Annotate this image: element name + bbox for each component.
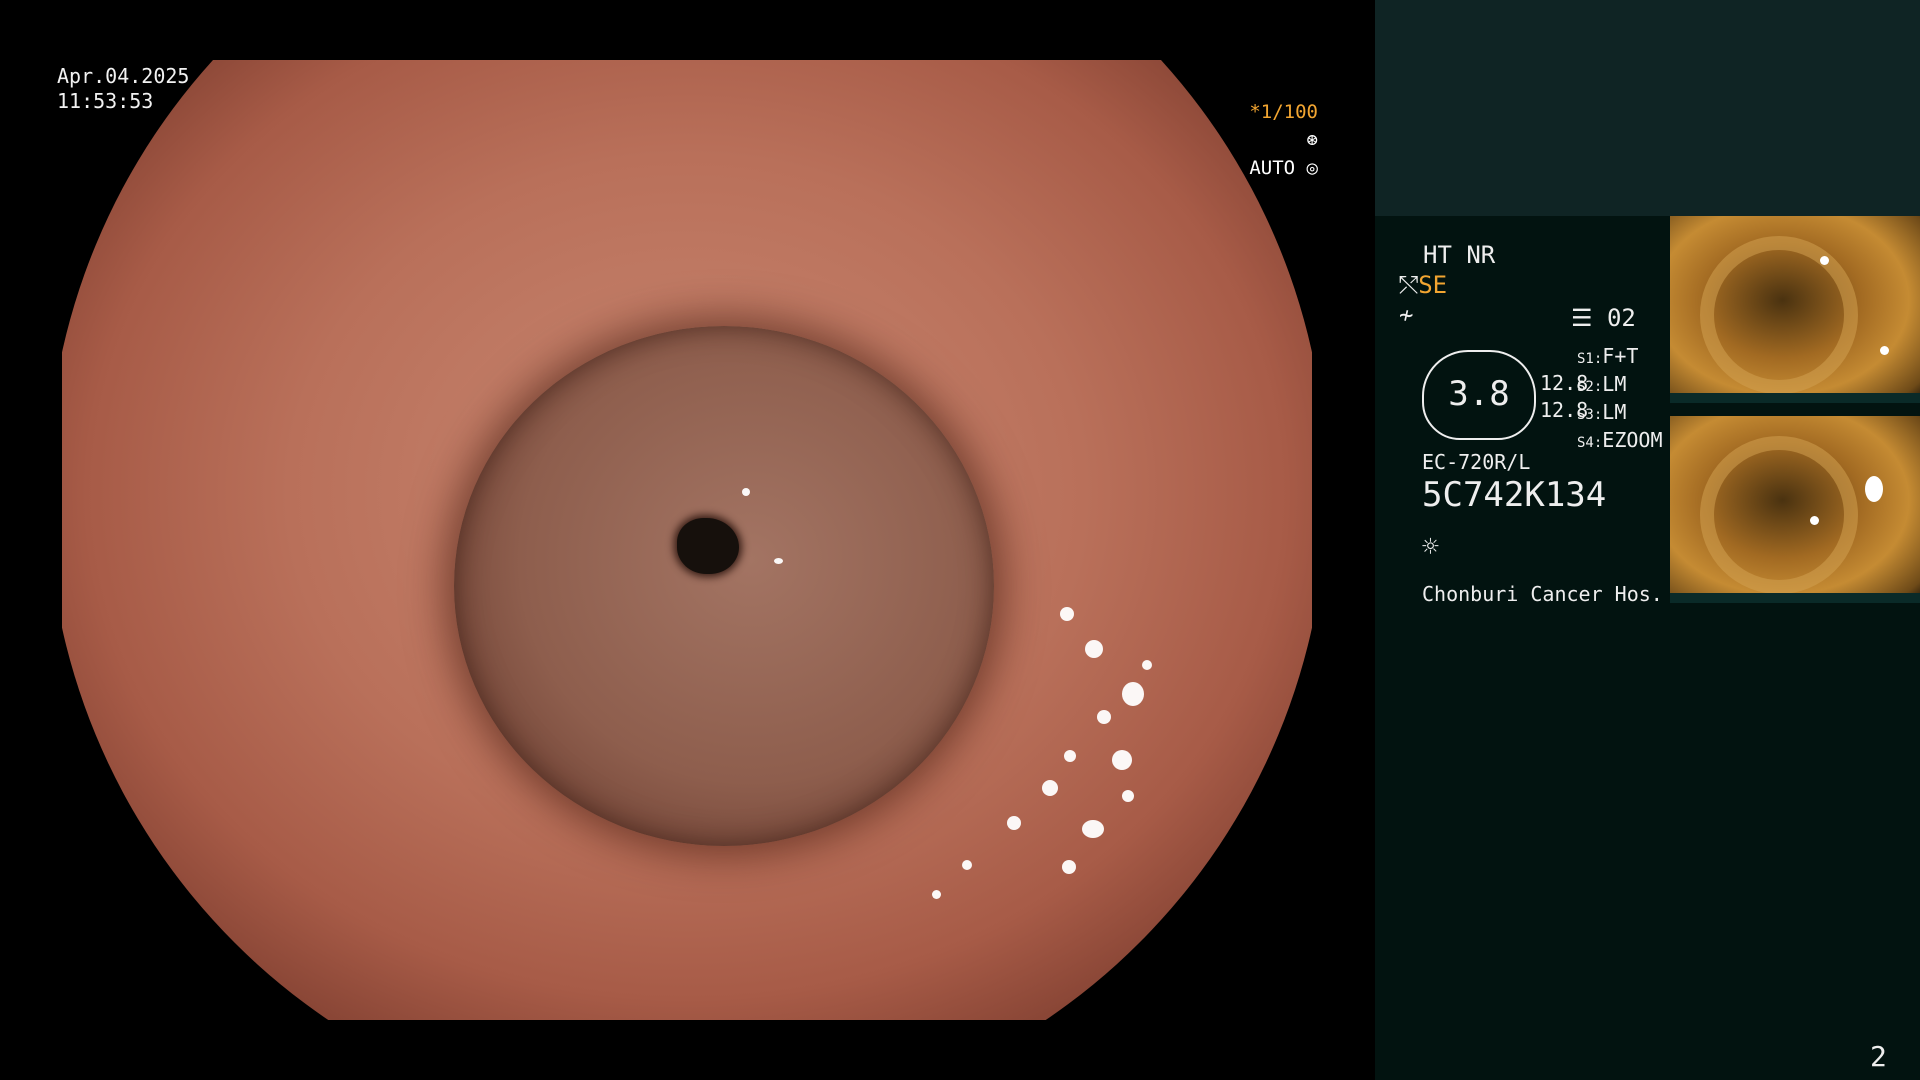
shutter-speed: *1/100 [1249,101,1318,123]
thumbnail-highlight [1880,346,1889,355]
aperture-icon: ⊛ [1306,129,1318,151]
memory-card-icon: ☰ [1571,304,1593,332]
dial-value: 3.8 [1448,374,1510,414]
specular-highlight [1042,780,1058,796]
thumbnail-lumen [1700,236,1858,394]
sun-icon: ☼ [1422,530,1439,563]
specular-highlight [1060,607,1074,621]
specular-highlight [1122,790,1134,802]
thumbnail-bar [1670,393,1920,403]
lumen-opening [677,518,739,574]
thumbnail-highlight [1865,476,1883,502]
scope-info: HT NR ⤲SE ≁ ☰ 02 3.8 12.8 12.8 S1:F+T S2… [1399,240,1669,606]
thumbnail-highlight [1820,256,1829,265]
thumbnail-bar [1670,593,1920,603]
enhance-row: ⤲SE [1399,270,1669,300]
iris-icon: ◎ [1306,157,1318,179]
specular-highlight [1112,750,1132,770]
preset-item: S1:F+T [1577,344,1639,368]
scope-serial: 5C742K134 [1422,475,1607,515]
time-text: 11:53:53 [57,89,154,113]
memory-code-value: 02 [1606,304,1636,332]
preset-list: S1:F+T S2:LM S3:LM S4:EZOOM [1577,344,1663,456]
specular-highlight [1122,682,1144,706]
specular-highlight [742,488,750,496]
enhance-icon: ⤲ [1399,271,1419,299]
endoscopic-image [62,60,1312,1020]
preset-item: S2:LM [1577,372,1627,396]
preset-item: S4:EZOOM [1577,428,1663,452]
specular-highlight [1007,816,1021,830]
specular-highlight [1097,710,1111,724]
thumbnail-2[interactable] [1670,416,1920,603]
specular-highlight [962,860,972,870]
specular-highlight [932,890,941,899]
enhance-label: SE [1418,271,1448,299]
zoom-dial: 3.8 [1422,350,1536,440]
lumen-ring [454,326,994,846]
endoscopy-view: Apr.04.2025 11:53:53 *1/100 ⊛ AUTO ◎ [0,0,1375,1080]
memory-code: ☰ 02 [1571,304,1636,332]
specular-highlight [1062,860,1076,874]
thumbnail-1[interactable] [1670,216,1920,403]
iris-mode: AUTO [1249,157,1296,179]
mode-label: HT NR [1423,241,1496,269]
specular-highlight [1064,750,1076,762]
specular-highlight [1142,660,1152,670]
specular-highlight [774,558,783,564]
timestamp: Apr.04.2025 11:53:53 [57,64,189,114]
thumbnail-lumen [1700,436,1858,594]
specular-highlight [1085,640,1103,658]
date-text: Apr.04.2025 [57,64,190,88]
hospital-name: Chonburi Cancer Hos. [1422,582,1663,606]
shutter-info: *1/100 ⊛ AUTO ◎ [1228,98,1318,182]
thumbnail-highlight [1810,516,1819,525]
side-panel-header [1375,0,1920,216]
specular-highlight [1082,820,1104,838]
preset-item: S3:LM [1577,400,1627,424]
scope-model: EC-720R/L [1422,450,1531,474]
page-number: 2 [1870,1040,1887,1073]
